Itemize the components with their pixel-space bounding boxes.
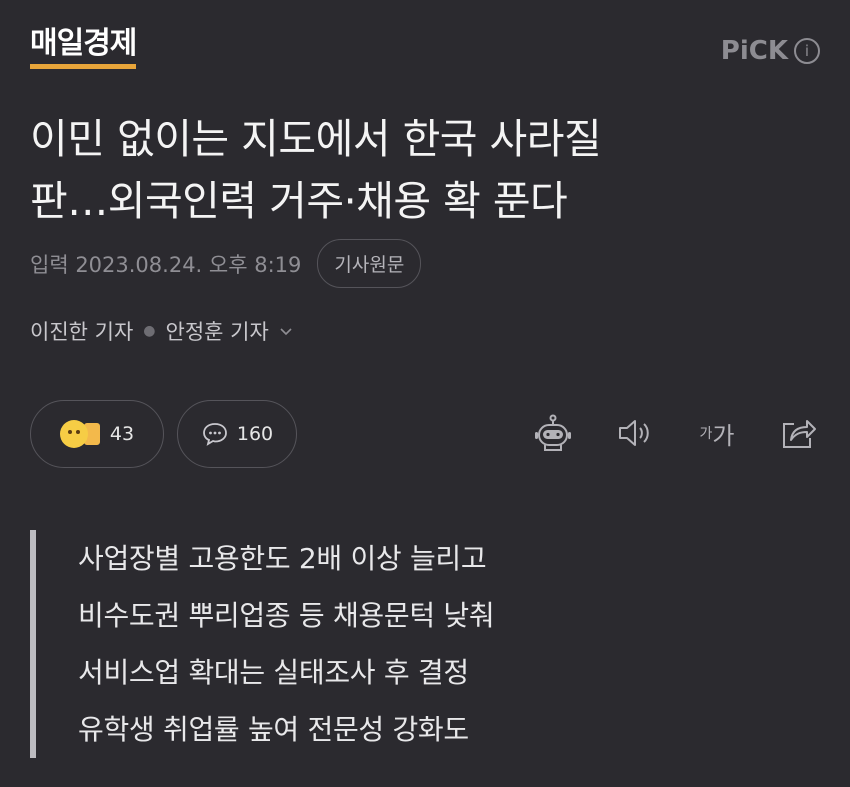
info-icon[interactable]: i [794, 38, 820, 64]
press-logo[interactable]: 매일경제 [30, 26, 137, 69]
reaction-count: 43 [109, 423, 135, 445]
font-large-label: 가 [712, 421, 735, 450]
share-icon[interactable] [778, 412, 820, 454]
font-small-label: 가 [699, 426, 713, 442]
comment-button[interactable]: 160 [177, 400, 297, 468]
font-size-icon[interactable]: 가가 [696, 412, 738, 454]
robot-icon[interactable] [532, 412, 574, 454]
comment-count: 160 [236, 423, 274, 445]
timestamp: 입력 2023.08.24. 오후 8:19 [30, 252, 302, 277]
reporter-2[interactable]: 안정훈 기자 [166, 316, 269, 346]
separator-dot: ● [143, 323, 156, 339]
article-toolbar: 가가 [532, 412, 820, 454]
smile-thumb-icon [59, 420, 102, 448]
article-summary: 사업장별 고용한도 2배 이상 늘리고 비수도권 뿌리업종 등 채용문턱 낮춰 … [30, 530, 495, 758]
title-line-2: 판…외국인력 거주·채용 확 푼다 [30, 177, 568, 225]
article-meta: 입력 2023.08.24. 오후 8:19 기사원문 [30, 239, 422, 288]
summary-line: 사업장별 고용한도 2배 이상 늘리고 [78, 542, 487, 575]
original-article-button[interactable]: 기사원문 [317, 239, 422, 288]
reaction-button[interactable]: 43 [30, 400, 164, 468]
reporter-1[interactable]: 이진한 기자 [30, 316, 133, 346]
summary-line: 유학생 취업률 높여 전문성 강화도 [78, 713, 469, 746]
summary-line: 비수도권 뿌리업종 등 채용문턱 낮춰 [78, 599, 495, 632]
summary-line: 서비스업 확대는 실태조사 후 결정 [78, 656, 469, 689]
chevron-down-icon[interactable] [279, 324, 293, 338]
comment-icon [202, 423, 227, 446]
pick-badge[interactable]: PiCK i [721, 36, 820, 66]
speaker-icon[interactable] [614, 412, 656, 454]
article-title: 이민 없이는 지도에서 한국 사라질 판…외국인력 거주·채용 확 푼다 [30, 108, 820, 232]
pick-label: PiCK [720, 36, 788, 66]
title-line-1: 이민 없이는 지도에서 한국 사라질 [30, 115, 602, 163]
reporter-list[interactable]: 이진한 기자 ● 안정훈 기자 [30, 316, 293, 346]
